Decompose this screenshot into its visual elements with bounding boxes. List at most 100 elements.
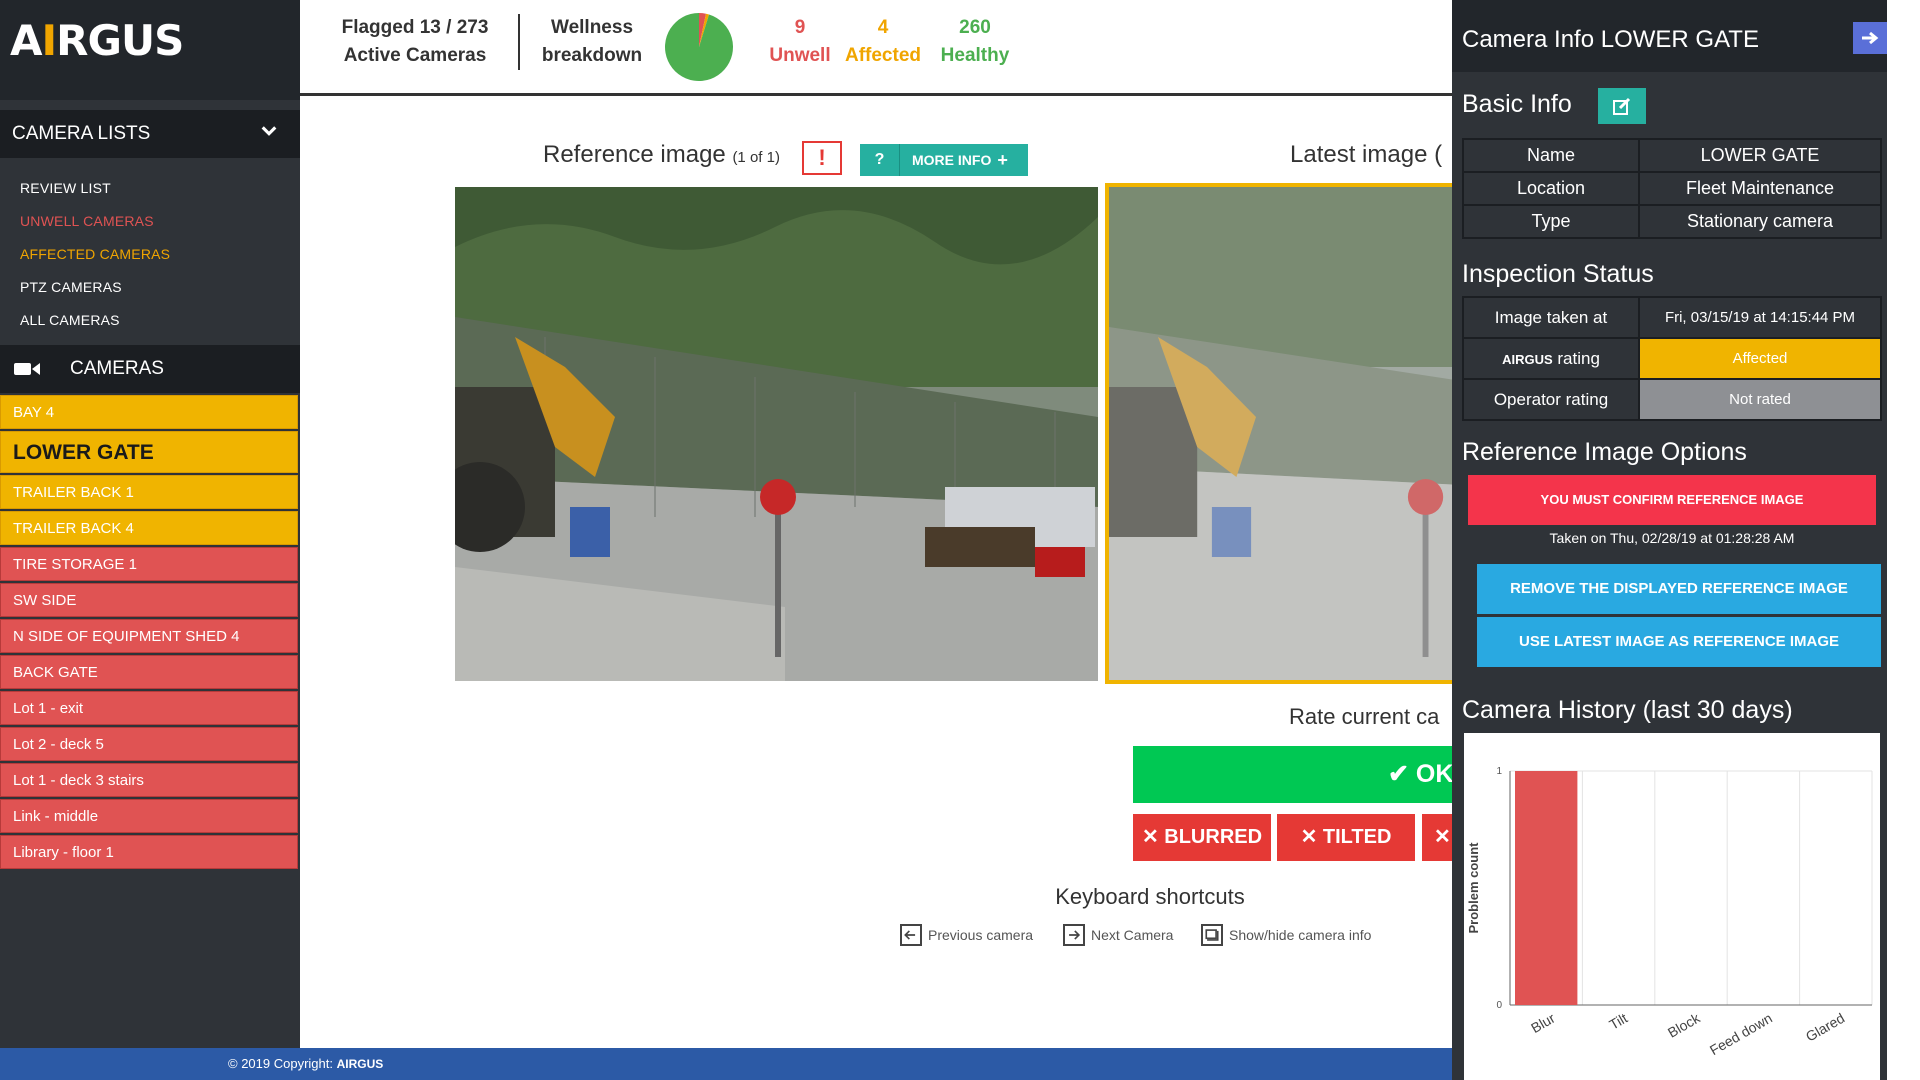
camera-item[interactable]: Library - floor 1 [0, 835, 298, 869]
camera-item[interactable]: Lot 2 - deck 5 [0, 727, 298, 761]
divider [518, 14, 520, 70]
main-content: Reference image (1 of 1) ! ? MORE INFO +… [300, 99, 1452, 1048]
wellness-pie-chart [665, 12, 733, 81]
camera-item[interactable]: TRAILER BACK 4 [0, 511, 298, 545]
reference-taken-on: Taken on Thu, 02/28/19 at 01:28:28 AM [1549, 530, 1795, 546]
camera-history-chart: 0 1 Blur Tilt Block Feed down Glared Problem co… [1464, 733, 1880, 1080]
camera-history-title: Camera History (last 30 days) [1462, 696, 1793, 724]
operator-rating-value: Not rated [1638, 378, 1882, 421]
unwell-stat[interactable]: 9 Unwell [760, 14, 840, 70]
info-value: Stationary camera [1638, 204, 1882, 239]
footer-logo: AIRGUS [336, 1057, 384, 1071]
y-tick-label: 0 [1496, 1000, 1502, 1011]
camera-item[interactable]: Lot 1 - deck 3 stairs [0, 763, 298, 797]
unwell-count: 9 [794, 17, 806, 38]
cross-icon: ✕ [1434, 826, 1451, 848]
camera-list-item[interactable]: PTZ CAMERAS [20, 271, 300, 304]
wellness-label: Wellness breakdown [541, 17, 643, 66]
rate-ok-button[interactable]: ✔ OK [1133, 746, 1452, 803]
table-row: Image taken at Fri, 03/15/19 at 14:15:44… [1462, 296, 1882, 339]
arrow-right-key-icon [1063, 924, 1085, 946]
healthy-stat[interactable]: 260 Healthy [930, 14, 1020, 70]
cross-icon: ✕ [1300, 826, 1318, 848]
x-tick-label: Feed down [1707, 1010, 1775, 1058]
camera-item[interactable]: LOWER GATE [0, 431, 298, 473]
arrow-left-key-icon [900, 924, 922, 946]
camera-item[interactable]: BAY 4 [0, 395, 298, 429]
basic-info-title: Basic Info [1462, 90, 1572, 118]
reference-counter: (1 of 1) [732, 149, 780, 166]
basic-info-table: Name LOWER GATE Location Fleet Maintenance T… [1462, 138, 1882, 239]
edit-button[interactable] [1598, 88, 1646, 124]
table-row: AIRGUS rating Affected [1462, 337, 1882, 380]
keyboard-shortcuts-title: Keyboard shortcuts [1055, 884, 1245, 909]
camera-item[interactable]: Link - middle [0, 799, 298, 833]
airgus-rating-value: Affected [1638, 337, 1882, 380]
affected-label: Affected [844, 45, 921, 66]
camera-item[interactable]: BACK GATE [0, 655, 298, 689]
stats-bar: Flagged 13 / 273 Active Cameras Wellness… [300, 0, 1452, 96]
inspection-status-title: Inspection Status [1462, 260, 1654, 288]
affected-stat[interactable]: 4 Affected [838, 14, 928, 70]
remove-reference-button[interactable]: REMOVE THE DISPLAYED REFERENCE IMAGE [1477, 564, 1881, 614]
more-info-button[interactable]: ? MORE INFO + [860, 144, 1028, 176]
window-edge [1887, 0, 1920, 1080]
cross-icon: ✕ [1141, 826, 1159, 848]
sidebar: AIRGUS CAMERA LISTS REVIEW LIST UNWELL CA… [0, 0, 300, 1048]
panel-title: Camera Info LOWER GATE [1462, 26, 1759, 53]
panel-header: Camera Info LOWER GATE [1452, 0, 1887, 72]
latest-image-title: Latest image ( [1290, 141, 1443, 168]
rate-blurred-button[interactable]: ✕ BLURRED [1133, 814, 1271, 861]
camera-info-panel: Camera Info LOWER GATE Basic Info Name LO… [1452, 0, 1887, 1080]
info-key: Type [1462, 204, 1640, 239]
table-row: Type Stationary camera [1462, 204, 1882, 239]
image-taken-label: Image taken at [1462, 296, 1640, 339]
camera-list-item[interactable]: AFFECTED CAMERAS [20, 238, 300, 271]
x-tick-label: Blur [1528, 1010, 1558, 1036]
camera-item[interactable]: SW SIDE [0, 583, 298, 617]
camera-lists-header[interactable]: CAMERA LISTS [0, 110, 300, 158]
reference-image-title: Reference image (1 of 1) [543, 141, 780, 168]
alert-icon[interactable]: ! [802, 141, 842, 175]
healthy-count: 260 [959, 17, 991, 38]
active-cameras-label: Active Cameras [343, 45, 487, 66]
arrow-right-icon [1862, 31, 1879, 45]
edit-icon [1613, 97, 1631, 115]
latest-image [1105, 183, 1452, 684]
camera-lists-label: CAMERA LISTS [12, 123, 151, 144]
y-tick-label: 1 [1496, 766, 1502, 777]
info-key: Name [1462, 138, 1640, 173]
video-camera-icon [14, 363, 40, 375]
operator-rating-label: Operator rating [1462, 378, 1640, 421]
camera-list-item[interactable]: ALL CAMERAS [20, 304, 300, 337]
shortcut-previous: Previous camera [900, 924, 1033, 946]
healthy-label: Healthy [940, 45, 1010, 66]
collapse-panel-button[interactable] [1853, 22, 1887, 54]
airgus-logo[interactable]: AIRGUS [10, 16, 184, 65]
camera-list-item[interactable]: REVIEW LIST [20, 172, 300, 205]
cameras-header: CAMERAS [0, 345, 300, 393]
shortcut-next: Next Camera [1063, 924, 1173, 946]
check-icon: ✔ [1388, 760, 1409, 788]
rate-more-button[interactable]: ✕ [1422, 814, 1452, 861]
camera-item[interactable]: Lot 1 - exit [0, 691, 298, 725]
inspection-status-table: Image taken at Fri, 03/15/19 at 14:15:44… [1462, 296, 1882, 421]
keyboard-key-icon [1201, 924, 1223, 946]
camera-item[interactable]: TRAILER BACK 1 [0, 475, 298, 509]
use-latest-as-reference-button[interactable]: USE LATEST IMAGE AS REFERENCE IMAGE [1477, 617, 1881, 667]
image-taken-value: Fri, 03/15/19 at 14:15:44 PM [1638, 296, 1882, 339]
table-row: Location Fleet Maintenance [1462, 171, 1882, 206]
question-icon: ? [860, 144, 900, 176]
pie-slice-healthy [665, 13, 733, 81]
reference-options-title: Reference Image Options [1462, 438, 1747, 466]
bar-blur [1515, 771, 1578, 1005]
camera-item[interactable]: N SIDE OF EQUIPMENT SHED 4 [0, 619, 298, 653]
rate-tilted-button[interactable]: ✕ TILTED [1277, 814, 1415, 861]
x-tick-label: Glared [1803, 1010, 1847, 1045]
x-tick-label: Tilt [1606, 1010, 1630, 1033]
camera-item[interactable]: TIRE STORAGE 1 [0, 547, 298, 581]
total-count: 273 [456, 17, 489, 38]
confirm-reference-banner[interactable]: YOU MUST CONFIRM REFERENCE IMAGE [1468, 475, 1876, 525]
affected-count: 4 [877, 17, 889, 38]
camera-list-item[interactable]: UNWELL CAMERAS [20, 205, 300, 238]
